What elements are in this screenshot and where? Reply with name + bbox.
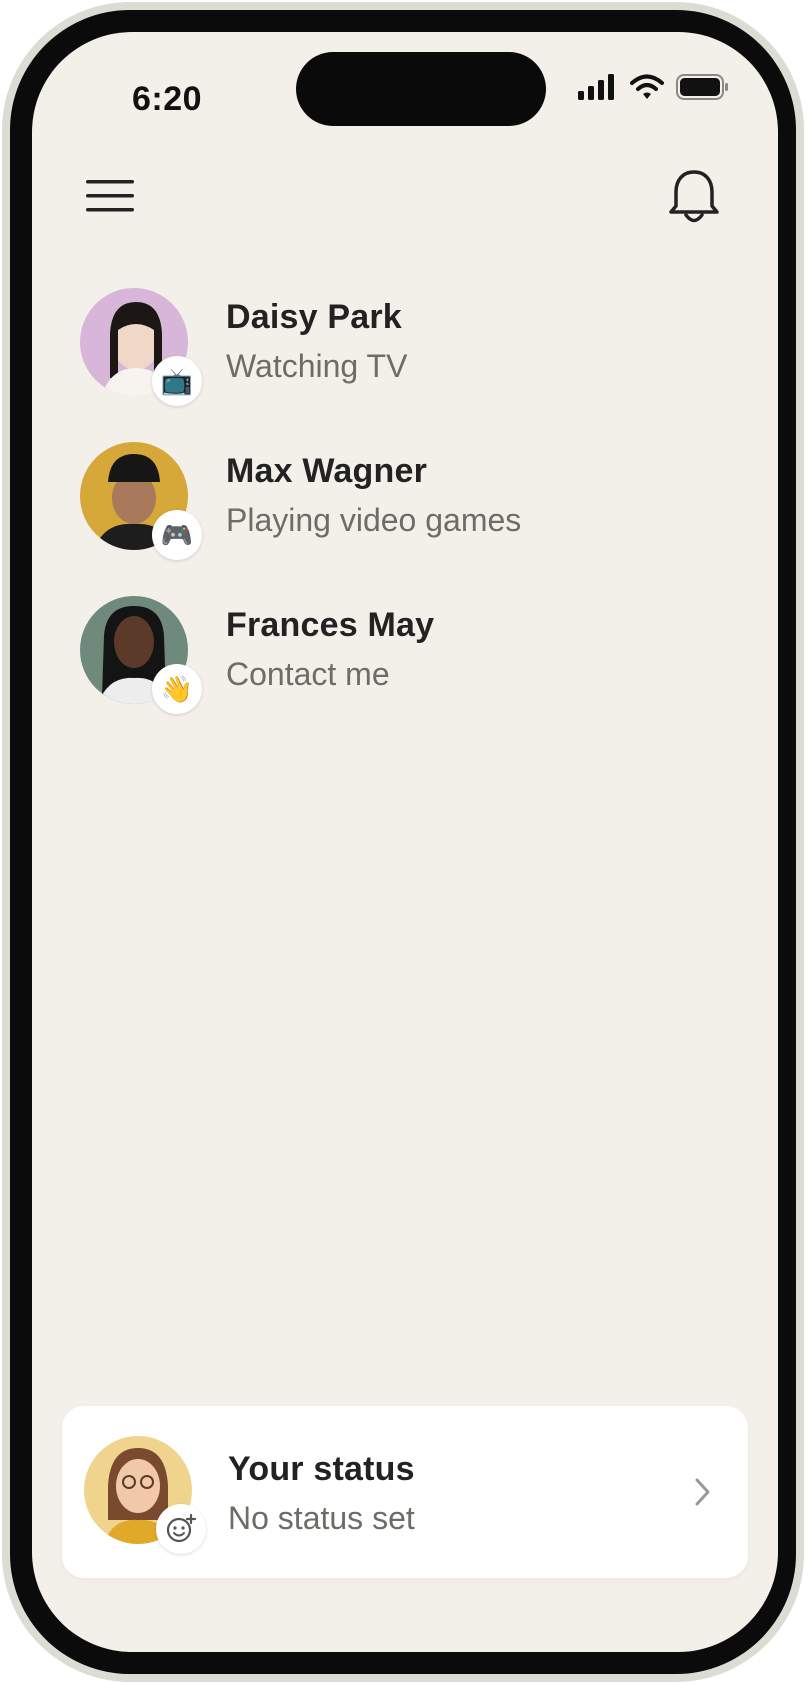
hamburger-menu-icon: [86, 180, 134, 212]
bell-icon: [669, 170, 719, 223]
notifications-button[interactable]: [668, 168, 720, 228]
menu-button[interactable]: [84, 174, 136, 218]
dynamic-island: [296, 52, 546, 126]
your-status-title: Your status: [228, 1450, 415, 1488]
wifi-icon: [630, 74, 664, 99]
status-icons: [578, 74, 730, 100]
battery-icon: [676, 74, 728, 100]
status-time: 6:20: [132, 80, 203, 118]
tv-emoji-badge: 📺: [152, 356, 202, 406]
contact-activity: Watching TV: [226, 348, 408, 384]
cellular-signal-icon: [578, 74, 614, 100]
your-status-card[interactable]: Your status No status set: [62, 1406, 748, 1578]
add-emoji-button[interactable]: [156, 1504, 206, 1554]
contact-name: Max Wagner: [226, 452, 428, 490]
game-controller-emoji-badge: 🎮: [152, 510, 202, 560]
chevron-right-icon: [695, 1478, 710, 1506]
contact-item-frances-may[interactable]: 👋 Frances May Contact me: [80, 596, 740, 714]
contact-activity: Playing video games: [226, 502, 522, 538]
contact-name: Daisy Park: [226, 298, 402, 336]
contact-name: Frances May: [226, 606, 435, 644]
contact-item-max-wagner[interactable]: 🎮 Max Wagner Playing video games: [80, 442, 740, 560]
contact-item-daisy-park[interactable]: 📺 Daisy Park Watching TV: [80, 288, 740, 406]
add-emoji-icon: [166, 1513, 197, 1543]
your-status-subtitle: No status set: [228, 1500, 415, 1536]
screen: 6:20 📺 Daisy Park Watching TV 🎮 Max Wagn…: [32, 32, 778, 1652]
contact-activity: Contact me: [226, 656, 390, 692]
waving-hand-emoji-badge: 👋: [152, 664, 202, 714]
